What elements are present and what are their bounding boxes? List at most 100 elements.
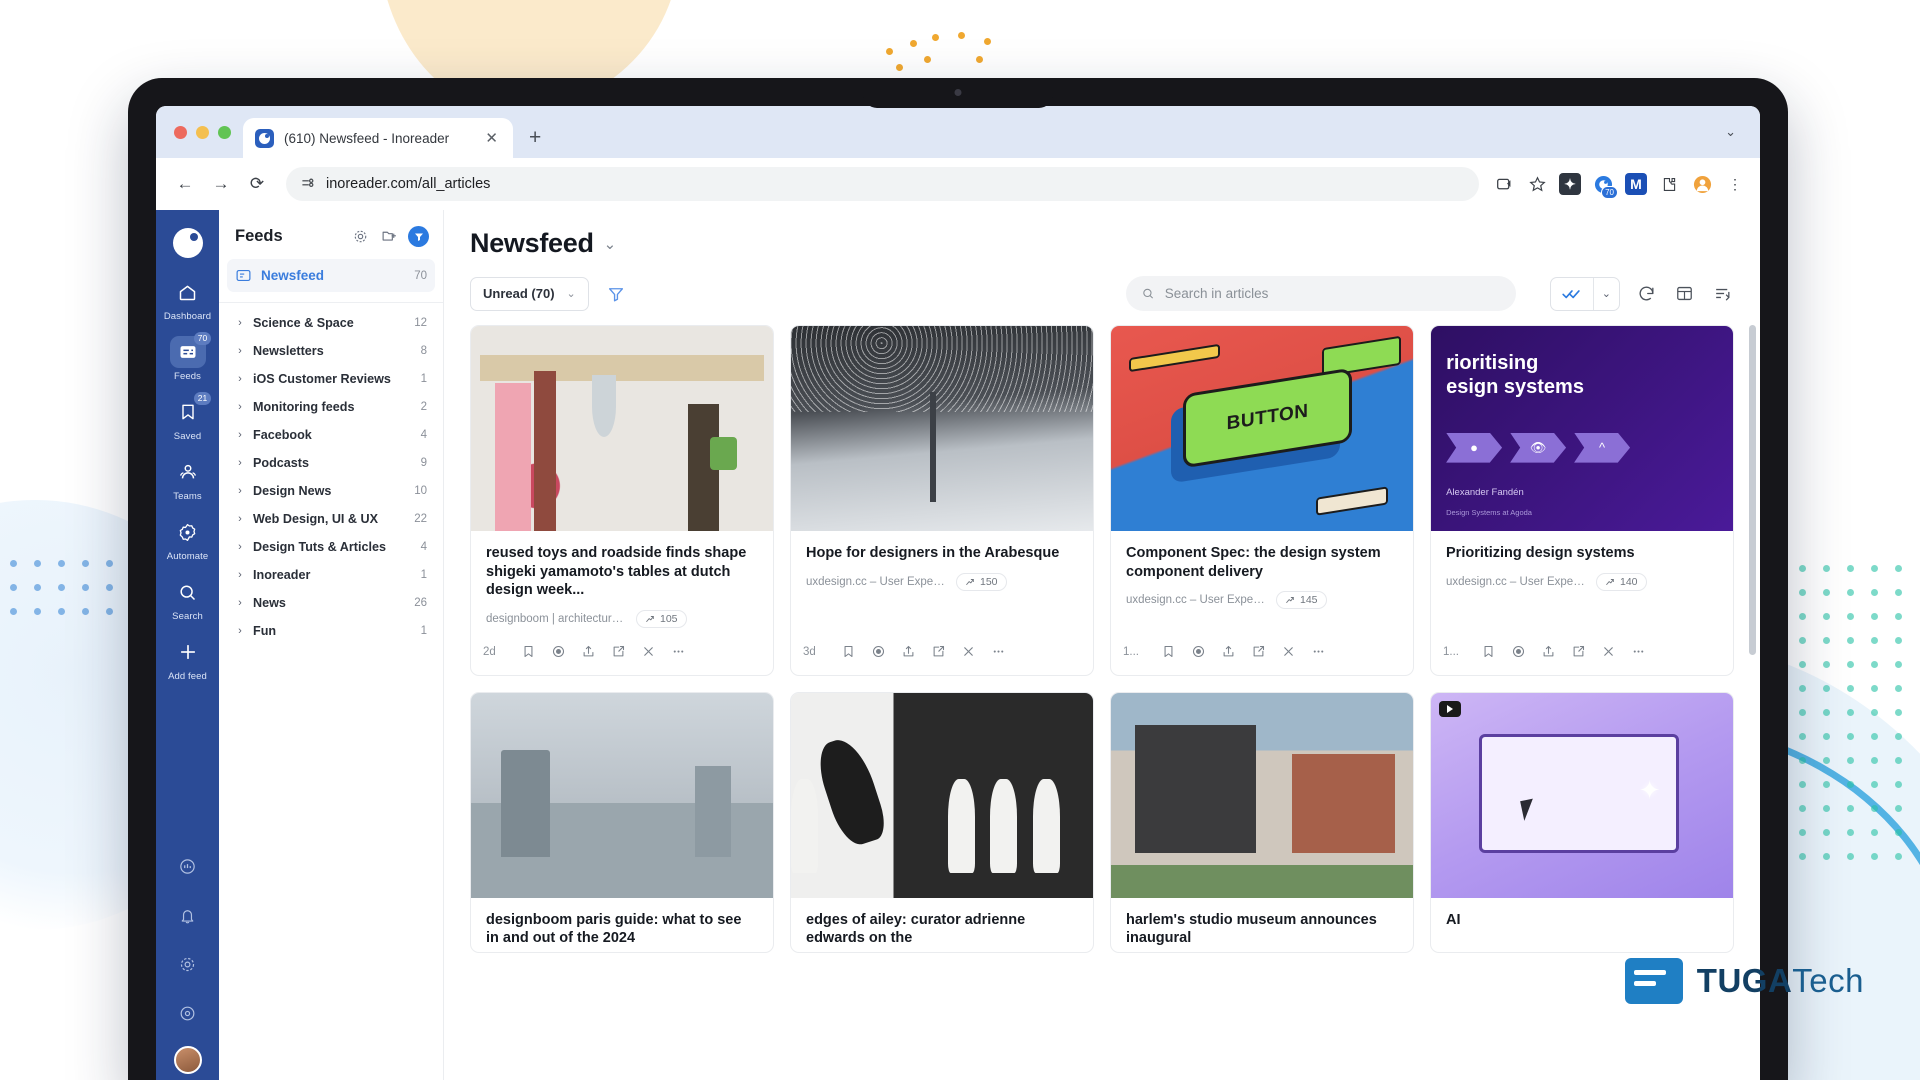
article-title[interactable]: Hope for designers in the Arabesque [806, 544, 1078, 563]
article-title[interactable]: reused toys and roadside finds shape shi… [486, 544, 758, 600]
new-tab-button[interactable]: + [513, 118, 557, 158]
mark-all-read-icon[interactable] [1551, 278, 1593, 310]
reload-button[interactable]: ⟳ [242, 169, 272, 199]
sidebar-folder-row[interactable]: › Design News 10 [227, 477, 435, 505]
sidebar-folder-row[interactable]: › Newsletters 8 [227, 337, 435, 365]
back-button[interactable]: ← [170, 169, 200, 199]
open-external-icon[interactable] [1243, 640, 1273, 664]
bookmark-icon[interactable] [513, 640, 543, 664]
bookmark-icon[interactable] [833, 640, 863, 664]
share-icon[interactable] [573, 640, 603, 664]
close-icon[interactable] [953, 640, 983, 664]
article-card[interactable]: harlem's studio museum announces inaugur… [1110, 691, 1414, 953]
mark-all-read-button[interactable]: ⌄ [1549, 276, 1620, 311]
article-card[interactable]: designboom paris guide: what to see in a… [470, 691, 774, 953]
browser-tab[interactable]: (610) Newsfeed - Inoreader ✕ [243, 118, 513, 158]
chevron-down-icon[interactable]: ⌄ [1725, 106, 1748, 158]
rail-item-search[interactable]: Search [156, 576, 219, 622]
funnel-icon[interactable] [605, 283, 627, 305]
rail-item-saved[interactable]: 21 Saved [156, 392, 219, 442]
article-thumbnail[interactable] [471, 326, 773, 532]
rail-item-dashboard[interactable]: Dashboard [156, 276, 219, 322]
sidebar-folder-row[interactable]: › Design Tuts & Articles 4 [227, 533, 435, 561]
bookmark-star-icon[interactable] [1526, 173, 1548, 195]
address-bar[interactable]: inoreader.com/all_articles [286, 167, 1479, 201]
minimize-window-button[interactable] [196, 125, 209, 139]
article-title[interactable]: Component Spec: the design system compon… [1126, 544, 1398, 581]
share-icon[interactable] [893, 640, 923, 664]
article-card[interactable]: edges of ailey: curator adrienne edwards… [790, 691, 1094, 953]
mark-read-dot-icon[interactable] [1183, 640, 1213, 664]
article-card[interactable]: Hope for designers in the Arabesque uxdes… [790, 325, 1094, 676]
window-traffic-lights[interactable] [168, 106, 243, 158]
help-icon[interactable] [170, 997, 206, 1029]
search-input[interactable] [1164, 286, 1501, 301]
article-thumbnail[interactable] [791, 326, 1093, 531]
share-icon[interactable] [1213, 640, 1243, 664]
chevron-right-icon[interactable]: › [235, 429, 245, 441]
vertical-scrollbar[interactable] [1749, 325, 1756, 655]
open-external-icon[interactable] [1563, 640, 1593, 664]
sidebar-folder-row[interactable]: › Facebook 4 [227, 421, 435, 449]
more-options-icon[interactable] [1623, 640, 1653, 664]
site-settings-icon[interactable] [300, 176, 316, 192]
more-options-icon[interactable] [1303, 640, 1333, 664]
article-title[interactable]: edges of ailey: curator adrienne edwards… [806, 911, 1078, 948]
article-thumbnail[interactable] [471, 692, 773, 898]
bookmark-icon[interactable] [1473, 640, 1503, 664]
mark-read-dot-icon[interactable] [863, 640, 893, 664]
maximize-window-button[interactable] [218, 125, 231, 139]
close-icon[interactable] [1273, 640, 1303, 664]
sidebar-folder-row[interactable]: › Fun 1 [227, 617, 435, 645]
article-thumbnail[interactable]: BUTTON [1111, 326, 1413, 531]
rail-item-teams[interactable]: Teams [156, 456, 219, 502]
settings-gear-icon[interactable] [170, 948, 206, 980]
rail-item-automate[interactable]: Automate [156, 516, 219, 562]
analytics-icon[interactable] [170, 850, 206, 882]
install-app-icon[interactable] [1493, 173, 1515, 195]
more-options-icon[interactable] [983, 640, 1013, 664]
extension-icon-m[interactable]: M [1625, 173, 1647, 195]
article-title[interactable]: designboom paris guide: what to see in a… [486, 911, 758, 948]
chevron-right-icon[interactable]: › [235, 485, 245, 497]
open-external-icon[interactable] [603, 640, 633, 664]
article-thumbnail[interactable]: ✦ [1431, 692, 1733, 898]
extensions-puzzle-icon[interactable] [1658, 173, 1680, 195]
chevron-right-icon[interactable]: › [235, 569, 245, 581]
sidebar-folder-row[interactable]: › Inoreader 1 [227, 561, 435, 589]
extension-icon-dark[interactable]: ✦ [1559, 173, 1581, 195]
close-icon[interactable] [633, 640, 663, 664]
chevron-right-icon[interactable]: › [235, 625, 245, 637]
share-icon[interactable] [1533, 640, 1563, 664]
article-thumbnail[interactable] [1111, 692, 1413, 898]
close-window-button[interactable] [174, 125, 187, 139]
bookmark-icon[interactable] [1153, 640, 1183, 664]
article-title[interactable]: harlem's studio museum announces inaugur… [1126, 911, 1398, 948]
grid-view-icon[interactable] [1672, 282, 1696, 306]
mark-read-dot-icon[interactable] [1503, 640, 1533, 664]
more-options-icon[interactable] [663, 640, 693, 664]
sidebar-folder-row[interactable]: › Web Design, UI & UX 22 [227, 505, 435, 533]
mark-read-dot-icon[interactable] [543, 640, 573, 664]
unread-filter-button[interactable]: Unread (70) ⌄ [470, 276, 589, 311]
open-external-icon[interactable] [923, 640, 953, 664]
chevron-right-icon[interactable]: › [235, 513, 245, 525]
chevron-right-icon[interactable]: › [235, 597, 245, 609]
article-card[interactable]: BUTTON Component Spec: the design system … [1110, 325, 1414, 676]
rail-item-add-feed[interactable]: Add feed [156, 636, 219, 682]
chevron-down-icon[interactable]: ⌄ [1594, 278, 1619, 310]
sidebar-item-newsfeed[interactable]: Newsfeed 70 [227, 259, 435, 292]
profile-avatar-icon[interactable] [1691, 173, 1713, 195]
notifications-bell-icon[interactable] [170, 899, 206, 931]
browser-menu-icon[interactable]: ⋮ [1724, 173, 1746, 195]
chevron-right-icon[interactable]: › [235, 401, 245, 413]
search-articles-box[interactable] [1125, 276, 1516, 311]
article-title[interactable]: Prioritizing design systems [1446, 544, 1718, 563]
chevron-right-icon[interactable]: › [235, 345, 245, 357]
chevron-right-icon[interactable]: › [235, 373, 245, 385]
chevron-right-icon[interactable]: › [235, 541, 245, 553]
extension-icon-inoreader[interactable]: 70 [1592, 173, 1618, 199]
sidebar-folder-row[interactable]: › Monitoring feeds 2 [227, 393, 435, 421]
refresh-icon[interactable] [1634, 282, 1658, 306]
sidebar-folder-row[interactable]: › Podcasts 9 [227, 449, 435, 477]
